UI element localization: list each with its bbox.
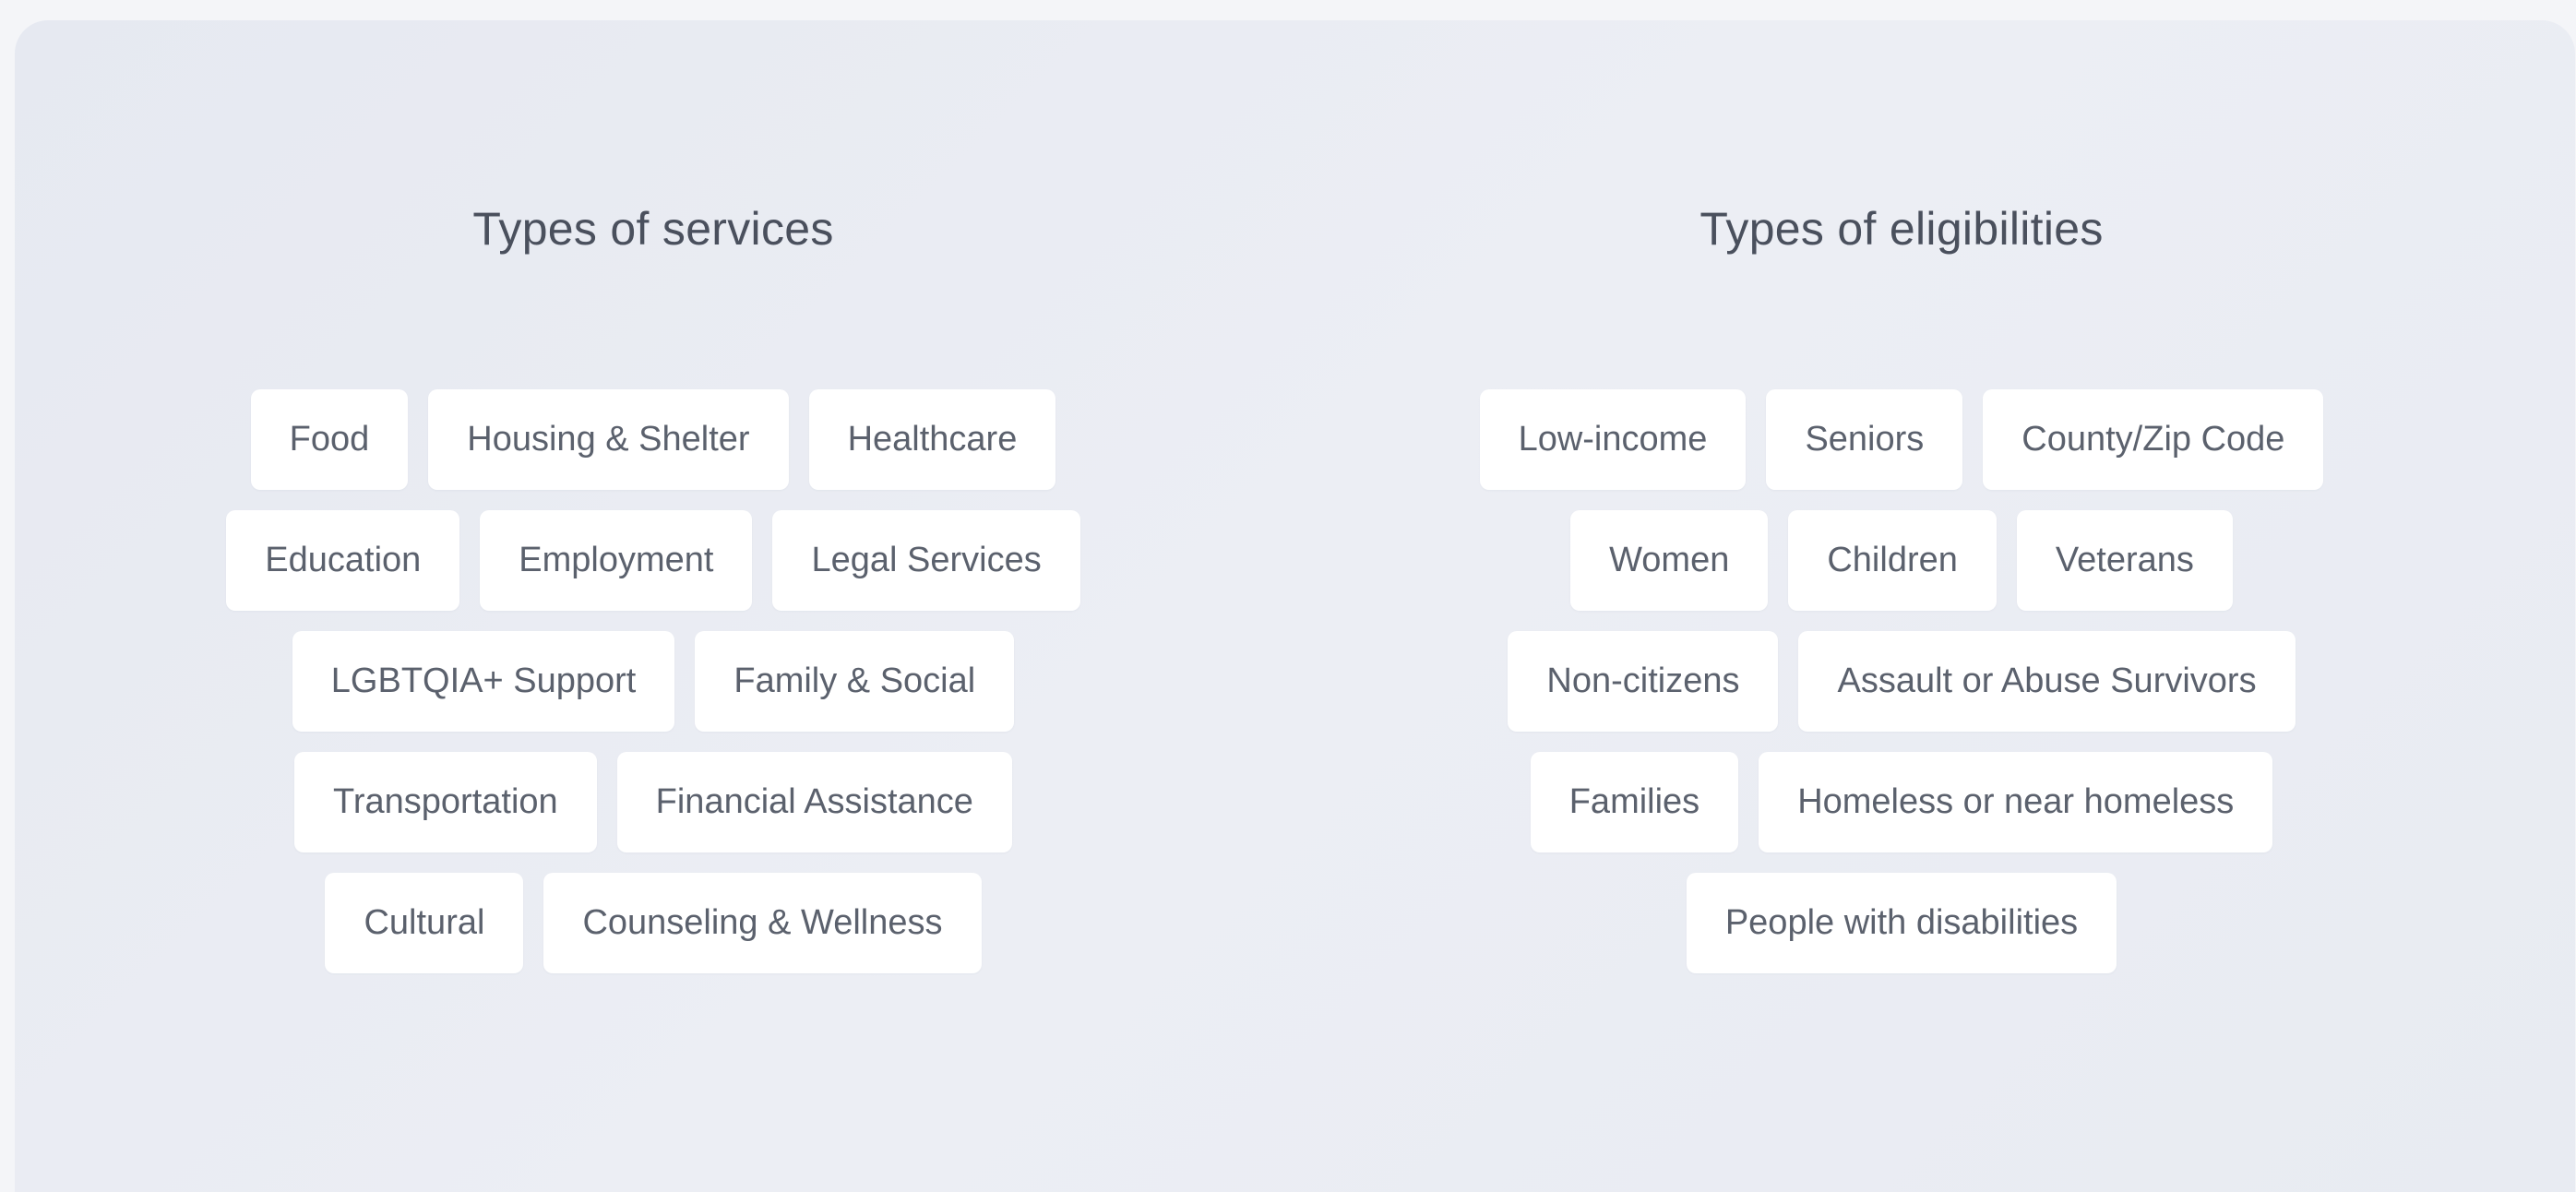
chip-financial-assistance[interactable]: Financial Assistance [616, 752, 1012, 852]
chip-low-income[interactable]: Low-income [1479, 389, 1747, 490]
chip-row: Families Homeless or near homeless [1265, 752, 2538, 852]
chip-family-social[interactable]: Family & Social [695, 631, 1015, 732]
chip-row: Cultural Counseling & Wellness [17, 873, 1290, 973]
chip-assault-abuse-survivors[interactable]: Assault or Abuse Survivors [1798, 631, 2296, 732]
chip-row: Transportation Financial Assistance [17, 752, 1290, 852]
chip-non-citizens[interactable]: Non-citizens [1508, 631, 1779, 732]
chip-row: Women Children Veterans [1265, 510, 2538, 611]
chip-transportation[interactable]: Transportation [294, 752, 597, 852]
chip-lgbtqia-support[interactable]: LGBTQIA+ Support [292, 631, 675, 732]
services-heading: Types of services [472, 203, 834, 255]
chip-row: Food Housing & Shelter Healthcare [17, 389, 1290, 490]
chip-housing-shelter[interactable]: Housing & Shelter [428, 389, 789, 490]
chip-legal-services[interactable]: Legal Services [772, 510, 1080, 611]
chip-people-with-disabilities[interactable]: People with disabilities [1686, 873, 2117, 973]
chip-row: LGBTQIA+ Support Family & Social [17, 631, 1290, 732]
chip-healthcare[interactable]: Healthcare [808, 389, 1056, 490]
chip-food[interactable]: Food [250, 389, 409, 490]
chip-row: Low-income Seniors County/Zip Code [1265, 389, 2538, 490]
chip-row: Non-citizens Assault or Abuse Survivors [1265, 631, 2538, 732]
chip-seniors[interactable]: Seniors [1766, 389, 1963, 490]
chip-education[interactable]: Education [226, 510, 460, 611]
chip-cultural[interactable]: Cultural [325, 873, 524, 973]
chip-families[interactable]: Families [1530, 752, 1739, 852]
chip-row: People with disabilities [1265, 873, 2538, 973]
chip-row: Education Employment Legal Services [17, 510, 1290, 611]
categories-panel: Types of services Food Housing & Shelter H… [15, 20, 2575, 1192]
chip-county-zip-code[interactable]: County/Zip Code [1983, 389, 2324, 490]
services-chip-list: Food Housing & Shelter Healthcare Education… [17, 389, 1290, 994]
chip-women[interactable]: Women [1570, 510, 1769, 611]
chip-children[interactable]: Children [1788, 510, 1997, 611]
chip-homeless[interactable]: Homeless or near homeless [1759, 752, 2273, 852]
eligibilities-chip-list: Low-income Seniors County/Zip Code Women Chi… [1265, 389, 2538, 994]
eligibilities-heading: Types of eligibilities [1699, 203, 2104, 255]
chip-employment[interactable]: Employment [480, 510, 753, 611]
chip-counseling-wellness[interactable]: Counseling & Wellness [543, 873, 982, 973]
chip-veterans[interactable]: Veterans [2016, 510, 2233, 611]
